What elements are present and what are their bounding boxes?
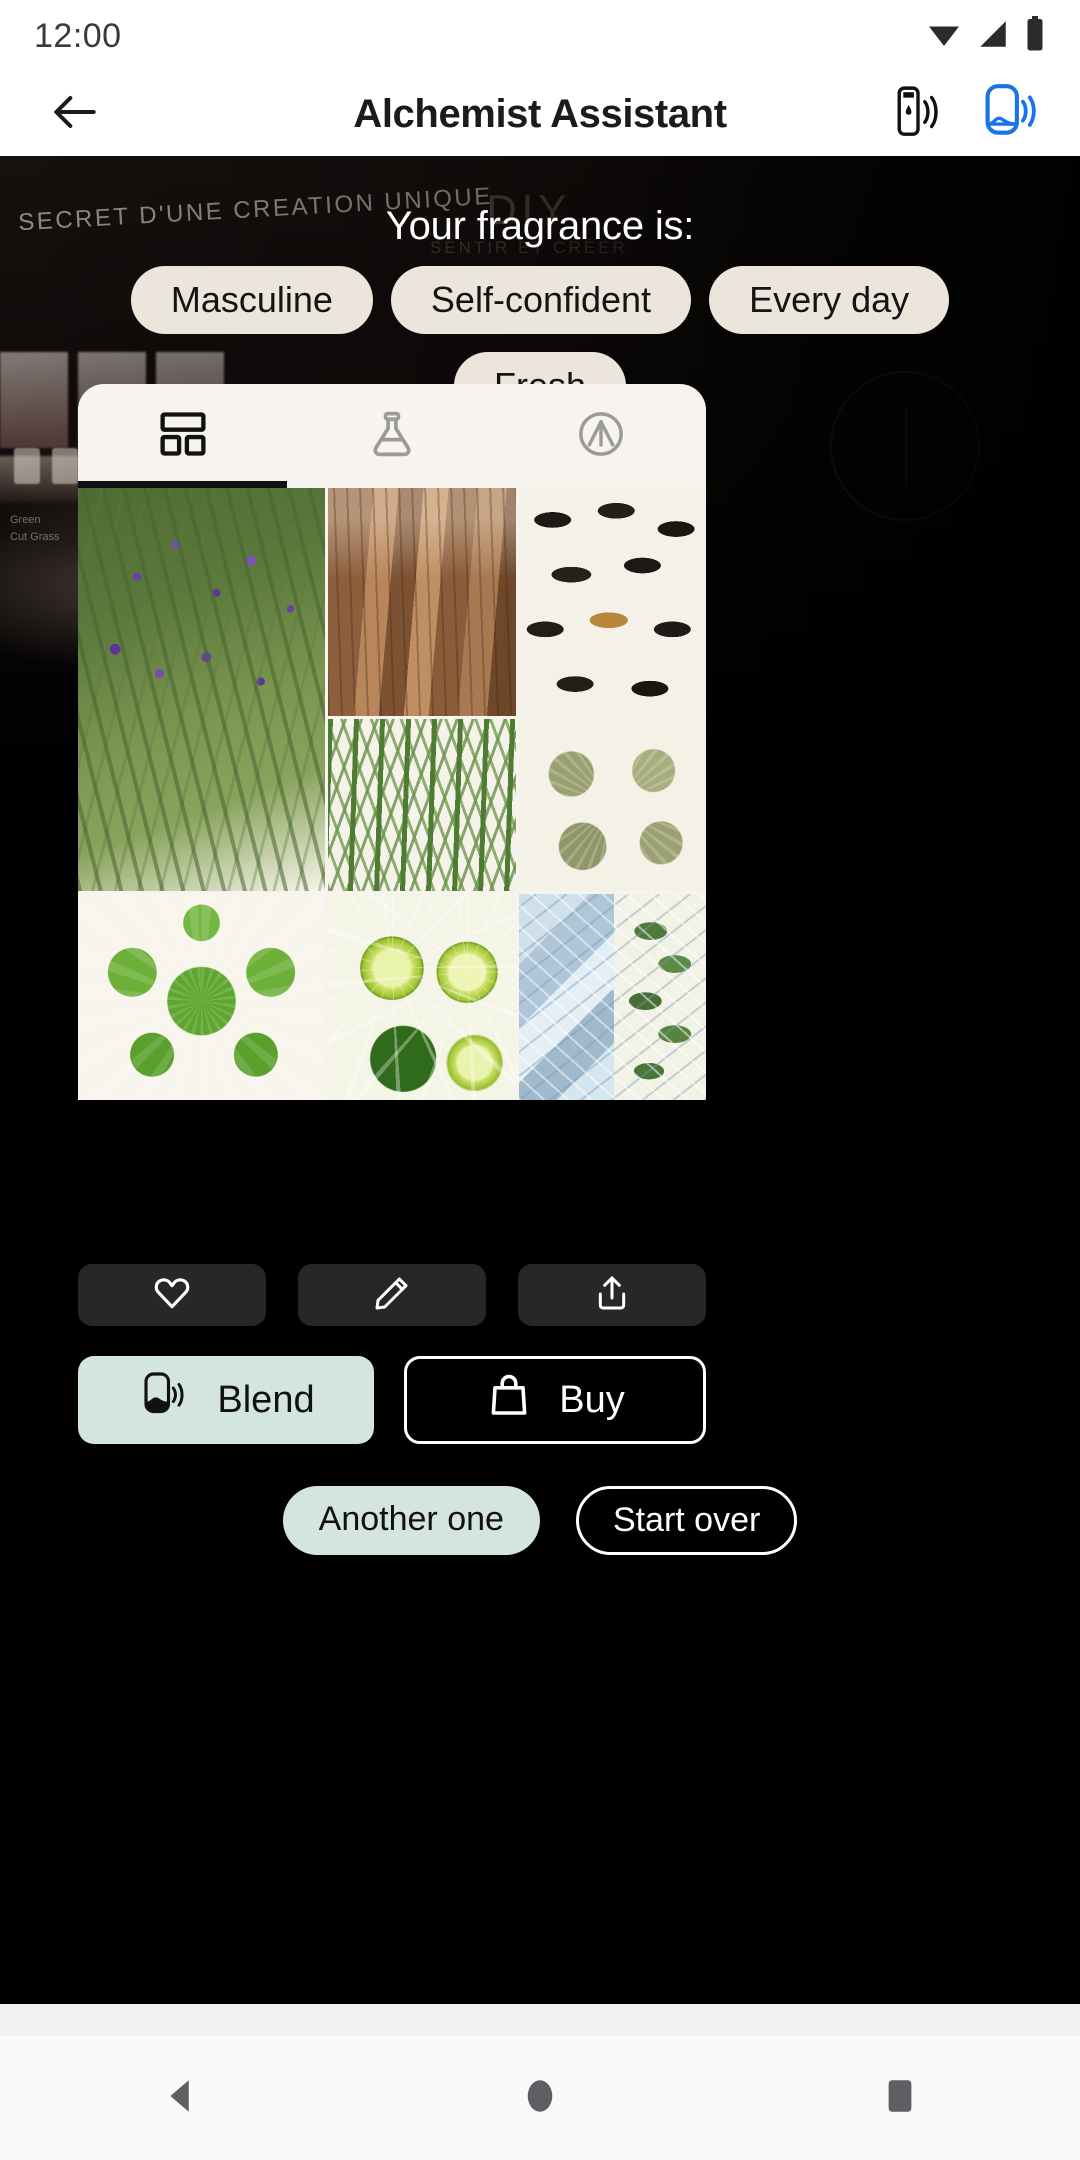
shelf-label: Green Cut Grass — [10, 514, 60, 543]
nav-home-button[interactable] — [480, 2036, 600, 2160]
share-button[interactable] — [518, 1264, 706, 1326]
back-arrow-icon — [47, 84, 103, 145]
ingredient-photo-sage[interactable] — [613, 894, 706, 1100]
share-icon — [592, 1273, 632, 1318]
status-bar-icons — [926, 15, 1046, 57]
nav-home-circle-icon — [519, 2075, 561, 2122]
grid-layout-icon — [157, 408, 209, 465]
favorite-button[interactable] — [78, 1264, 266, 1326]
cellular-signal-icon — [976, 17, 1010, 56]
primary-action-row: Blend Buy — [78, 1356, 706, 1444]
pencil-icon — [372, 1273, 412, 1318]
chip-self-confident[interactable]: Self-confident — [390, 266, 692, 334]
nav-back-button[interactable] — [120, 2036, 240, 2160]
footer-action-row: Another one Start over — [0, 1486, 1080, 1555]
chip-masculine[interactable]: Masculine — [130, 266, 373, 334]
android-nav-bar — [0, 2036, 1080, 2160]
tab-pyramid[interactable] — [497, 384, 706, 488]
battery-icon — [1024, 15, 1046, 57]
buy-button-label: Buy — [559, 1378, 625, 1421]
blender-device-connected-button[interactable] — [978, 82, 1042, 146]
heart-icon — [152, 1273, 192, 1318]
another-one-button[interactable]: Another one — [282, 1486, 540, 1555]
ingredient-photo-sandalwood[interactable] — [328, 488, 516, 716]
secondary-action-row — [78, 1264, 706, 1326]
status-bar: 12:00 — [0, 0, 1080, 72]
fragrance-pyramid-icon — [575, 408, 627, 465]
buy-button[interactable]: Buy — [404, 1356, 706, 1444]
hero-headline: Your fragrance is: — [385, 204, 695, 248]
wifi-icon — [926, 16, 962, 57]
ingredient-photo-tonka-bean[interactable] — [518, 488, 706, 716]
status-bar-time: 12:00 — [34, 16, 122, 55]
main-content: SECRET D'UNE CREATION UNIQUE DIY SENTIR … — [0, 156, 1080, 2036]
blender-device-connected-icon — [979, 81, 1041, 148]
card-tabbar — [78, 384, 706, 488]
ingredient-photo-geranium[interactable] — [78, 894, 326, 1100]
ingredient-photo-rosemary[interactable] — [328, 719, 516, 891]
shopping-bag-icon — [485, 1371, 533, 1429]
ingredient-photo-bergamot[interactable] — [328, 894, 516, 1100]
app-bar: Alchemist Assistant — [0, 72, 1080, 156]
blender-device-icon — [137, 1368, 191, 1432]
scent-pen-connected-icon — [889, 83, 947, 146]
tab-formula[interactable] — [287, 384, 496, 488]
chip-every-day[interactable]: Every day — [709, 266, 950, 334]
ingredient-photo-oakmoss[interactable] — [518, 719, 706, 891]
nav-bar-gap — [0, 2004, 1080, 2036]
blend-button[interactable]: Blend — [78, 1356, 374, 1444]
back-button[interactable] — [38, 77, 112, 151]
tab-ingredients[interactable] — [78, 384, 287, 488]
nav-recents-square-icon — [879, 2075, 921, 2122]
nav-back-triangle-icon — [159, 2075, 201, 2122]
nav-recents-button[interactable] — [840, 2036, 960, 2160]
app-bar-actions — [886, 82, 1042, 146]
ingredient-photo-ice-accord[interactable] — [518, 894, 706, 1100]
flask-icon — [366, 408, 418, 465]
edit-button[interactable] — [298, 1264, 486, 1326]
ingredient-photo-grid — [78, 488, 706, 1100]
blend-button-label: Blend — [217, 1378, 315, 1421]
result-card — [78, 384, 706, 1100]
tab-active-indicator — [78, 481, 288, 488]
start-over-button[interactable]: Start over — [575, 1486, 798, 1555]
scent-pen-connected-button[interactable] — [886, 82, 950, 146]
ingredient-photo-lavender[interactable] — [78, 488, 326, 891]
